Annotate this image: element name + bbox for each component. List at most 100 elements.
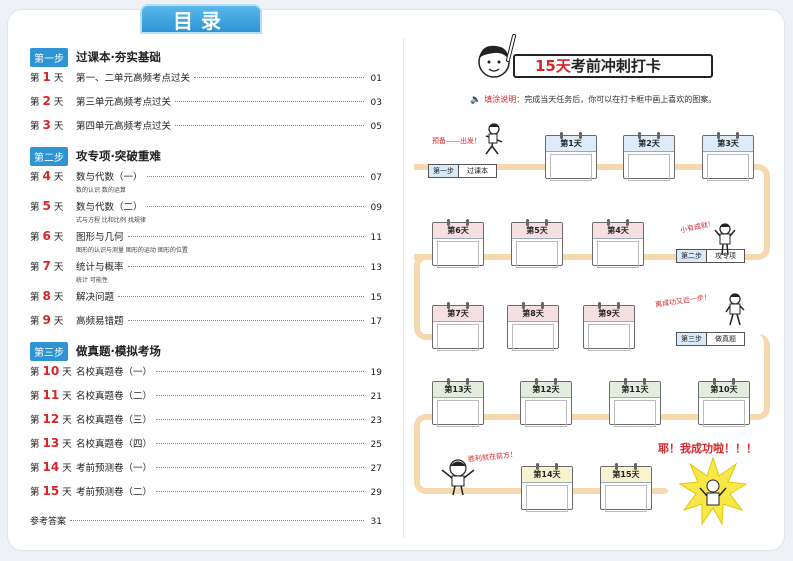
checkin-box[interactable]: 第6天 xyxy=(432,219,484,268)
toc-title: 图形与几何 xyxy=(76,232,124,243)
checkin-box-area[interactable] xyxy=(628,154,670,181)
leader-dots xyxy=(194,77,364,78)
toc-title: 高频易错题 xyxy=(76,316,124,327)
day-label: 第 13 天 xyxy=(30,436,76,450)
day-prefix: 第 xyxy=(30,97,40,108)
leader-dots xyxy=(156,491,364,492)
day-label: 第 14 天 xyxy=(30,460,76,474)
sub-topics: 式与方程 比和比例 找规律 xyxy=(76,217,146,224)
day-number: 11 xyxy=(42,388,60,402)
checkin-box[interactable]: 第3天 xyxy=(702,132,754,181)
toc-row[interactable]: 第 9 天高频易错题 17 xyxy=(30,313,382,327)
checkin-box[interactable]: 第9天 xyxy=(583,302,635,351)
checkin-box[interactable]: 第4天 xyxy=(592,219,644,268)
leader-dots xyxy=(156,467,364,468)
leader-dots xyxy=(156,395,364,396)
toc-title: 名校真题卷（三） xyxy=(76,415,153,426)
page-divider xyxy=(403,38,404,538)
checkin-box-area[interactable] xyxy=(597,241,639,268)
checkin-box-label: 第6天 xyxy=(433,223,483,239)
checkin-box[interactable]: 第13天 xyxy=(432,378,484,427)
toc-row[interactable]: 第 5 天数与代数（二） 09 xyxy=(30,199,382,213)
day-number: 5 xyxy=(42,199,51,213)
checkin-box-area[interactable] xyxy=(512,324,554,351)
sub-topics: 数的认识 数的运算 xyxy=(76,187,126,194)
section-head-3: 第三步 做真题·模拟考场 xyxy=(30,341,382,361)
day-suffix: 天 xyxy=(53,121,64,132)
toc-title: 考前预测卷（一） xyxy=(76,463,153,474)
toc-row[interactable]: 第 3 天第四单元高频考点过关 05 xyxy=(30,118,382,132)
checkin-box[interactable]: 第5天 xyxy=(511,219,563,268)
checkin-box-area[interactable] xyxy=(550,154,592,181)
running-boy-icon xyxy=(485,123,503,155)
checkin-box-area[interactable] xyxy=(614,400,656,427)
table-of-contents: 第一步 过课本·夯实基础 第 1 天第一、二单元高频考点过关 01 第 2 天第三单元高频考… xyxy=(30,47,382,527)
checkin-box-label: 第9天 xyxy=(584,306,634,322)
step-box-label: 第二步 xyxy=(677,250,707,262)
checkin-box[interactable]: 第11天 xyxy=(609,378,661,427)
toc-row[interactable]: 第 12 天名校真题卷（三） 23 xyxy=(30,412,382,426)
checkin-box[interactable]: 第1天 xyxy=(545,132,597,181)
toc-title: 名校真题卷（四） xyxy=(76,439,153,450)
page-number: 01 xyxy=(370,74,382,84)
speaker-icon: 🔈 xyxy=(470,95,482,105)
checkin-box[interactable]: 第15天 xyxy=(600,463,652,512)
checkin-box-area[interactable] xyxy=(703,400,745,427)
day-prefix: 第 xyxy=(30,73,40,84)
day-label: 第 15 天 xyxy=(30,484,76,498)
page-number: 11 xyxy=(370,233,382,243)
checkin-box-area[interactable] xyxy=(437,400,479,427)
toc-row[interactable]: 第 1 天第一、二单元高频考点过关 01 xyxy=(30,70,382,84)
page-number: 13 xyxy=(370,263,382,273)
cheering-boy-icon xyxy=(441,459,475,496)
day-number: 6 xyxy=(42,229,51,243)
day-number: 15 xyxy=(42,484,60,498)
toc-row[interactable]: 第 4 天数与代数（一） 07 xyxy=(30,169,382,183)
leader-dots xyxy=(156,443,364,444)
day-label: 第5天 xyxy=(30,199,76,213)
checkin-box[interactable]: 第8天 xyxy=(507,302,559,351)
toc-row[interactable]: 第 8 天解决问题 15 xyxy=(30,289,382,303)
checkin-box-area[interactable] xyxy=(516,241,558,268)
leader-dots xyxy=(156,371,364,372)
step-badge: 第三步 xyxy=(30,341,68,361)
checkin-box-area[interactable] xyxy=(525,400,567,427)
day-suffix: 天 xyxy=(53,232,64,243)
day-number: 9 xyxy=(42,313,51,327)
section-title: 做真题·模拟考场 xyxy=(76,344,161,358)
checkin-box-label: 第12天 xyxy=(521,382,571,398)
checkin-box-area[interactable] xyxy=(707,154,749,181)
day-label: 第 12 天 xyxy=(30,412,76,426)
checkin-box-area[interactable] xyxy=(605,485,647,512)
step-box-title: 过课本 xyxy=(467,167,488,175)
page-number: 05 xyxy=(370,122,382,132)
answers-row[interactable]: 参考答案 31 xyxy=(30,514,382,527)
checkin-box[interactable]: 第10天 xyxy=(698,378,750,427)
day-label: 第3天 xyxy=(30,118,76,132)
toc-row[interactable]: 第 11 天名校真题卷（二） 21 xyxy=(30,388,382,402)
toc-row[interactable]: 第 14 天考前预测卷（一） 27 xyxy=(30,460,382,474)
checkin-box[interactable]: 第12天 xyxy=(520,378,572,427)
checkin-box-area[interactable] xyxy=(437,324,479,351)
page-number: 07 xyxy=(370,173,382,183)
checkin-box[interactable]: 第2天 xyxy=(623,132,675,181)
checkin-box-area[interactable] xyxy=(588,324,630,351)
day-label: 第9天 xyxy=(30,313,76,327)
toc-row[interactable]: 第 7 天统计与概率 13 xyxy=(30,259,382,273)
toc-row[interactable]: 第 10 天名校真题卷（一） 19 xyxy=(30,364,382,378)
checkin-box-area[interactable] xyxy=(437,241,479,268)
toc-row[interactable]: 第 6 天图形与几何 11 xyxy=(30,229,382,243)
toc-row[interactable]: 第 15 天考前预测卷（二） 29 xyxy=(30,484,382,498)
day-prefix: 第 xyxy=(30,262,40,273)
checkin-box[interactable]: 第14天 xyxy=(521,463,573,512)
leader-dots xyxy=(146,176,364,177)
day-prefix: 第 xyxy=(30,463,40,474)
checkin-box-area[interactable] xyxy=(526,485,568,512)
toc-row[interactable]: 第 2 天第三单元高频考点过关 03 xyxy=(30,94,382,108)
page-number: 23 xyxy=(370,416,382,426)
toc-row[interactable]: 第 13 天名校真题卷（四） 25 xyxy=(30,436,382,450)
day-label: 第 11 天 xyxy=(30,388,76,402)
checkin-box-label: 第3天 xyxy=(703,136,753,152)
day-prefix: 第 xyxy=(30,202,40,213)
checkin-box[interactable]: 第7天 xyxy=(432,302,484,351)
